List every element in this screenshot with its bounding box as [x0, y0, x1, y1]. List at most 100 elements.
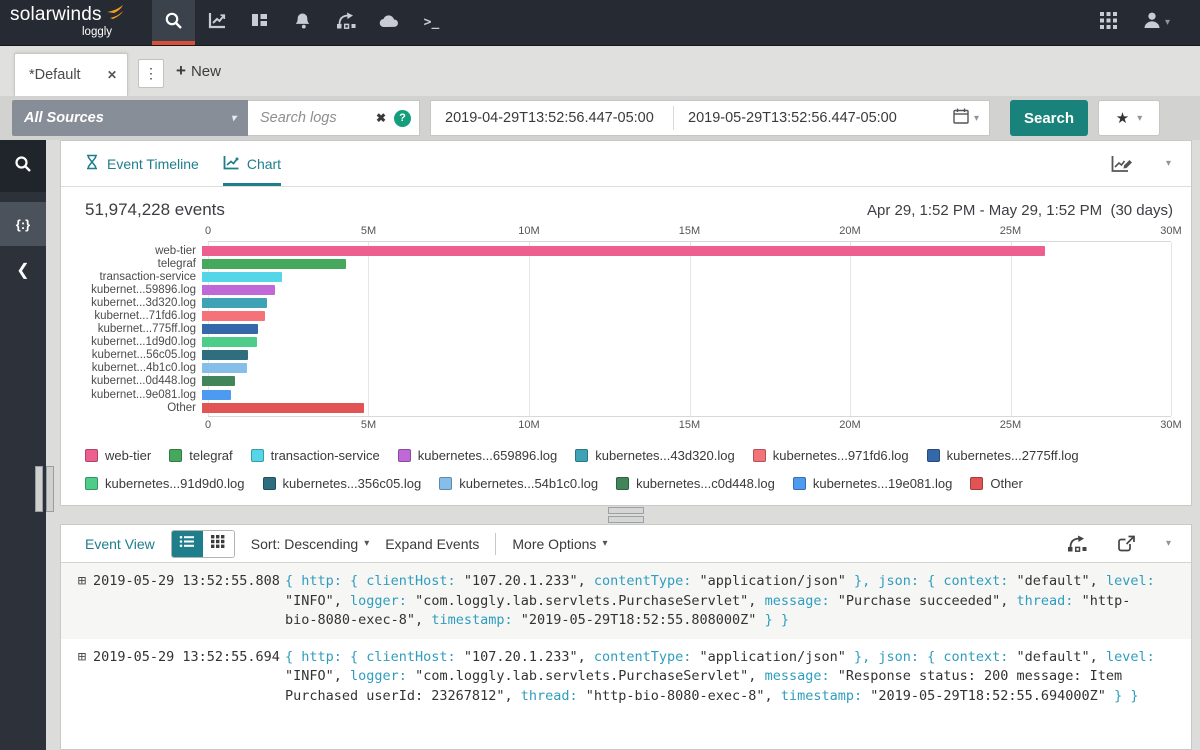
date-to-input[interactable]: [674, 110, 916, 126]
chart-row-label: kubernet...775ff.log: [85, 323, 202, 335]
legend-label: kubernetes...43d320.log: [595, 448, 735, 463]
json-key: json: { context:: [878, 649, 1016, 665]
legend-item[interactable]: kubernetes...54b1c0.log: [439, 476, 598, 491]
event-row[interactable]: ⊞2019-05-29 13:52:55.694{ http: { client…: [61, 639, 1191, 715]
json-value: "Purchase succeeded",: [838, 593, 1017, 609]
tab-options-button[interactable]: ⋮: [138, 59, 164, 88]
search-input[interactable]: [260, 110, 368, 126]
derived-fields-icon[interactable]: [1067, 535, 1087, 552]
nav-console[interactable]: >_: [410, 0, 453, 45]
bar-chart: 05M10M15M20M25M30M web-tiertelegraftrans…: [85, 225, 1171, 433]
apps-grid-icon[interactable]: [1100, 12, 1117, 34]
legend-label: kubernetes...54b1c0.log: [459, 476, 598, 491]
legend-label: telegraf: [189, 448, 232, 463]
chart-bar[interactable]: [202, 324, 258, 334]
search-button[interactable]: Search: [1010, 100, 1088, 136]
json-key: contentType:: [594, 649, 700, 665]
nav-search[interactable]: [152, 0, 195, 45]
expand-event-icon[interactable]: ⊞: [71, 648, 93, 707]
legend-item[interactable]: kubernetes...971fd6.log: [753, 448, 909, 463]
legend-item[interactable]: kubernetes...43d320.log: [575, 448, 735, 463]
chart-bar[interactable]: [202, 311, 265, 321]
chart-bar[interactable]: [202, 272, 282, 282]
legend-item[interactable]: kubernetes...c0d448.log: [616, 476, 775, 491]
chart-row: telegraf: [85, 257, 1171, 270]
legend-label: web-tier: [105, 448, 151, 463]
tab-event-timeline[interactable]: Event Timeline: [85, 141, 199, 186]
chart-bar[interactable]: [202, 285, 275, 295]
json-value: "com.loggly.lab.servlets.PurchaseServlet…: [415, 668, 765, 684]
legend-item[interactable]: web-tier: [85, 448, 151, 463]
tab-default[interactable]: *Default ✕: [14, 53, 128, 96]
legend-item[interactable]: kubernetes...659896.log: [398, 448, 558, 463]
edit-chart-icon[interactable]: [1111, 155, 1134, 173]
splitter-grip-icon[interactable]: [608, 507, 644, 523]
legend-item[interactable]: Other: [970, 476, 1023, 491]
chart-bar[interactable]: [202, 259, 346, 269]
nav-alerts[interactable]: [281, 0, 324, 45]
share-icon[interactable]: [1117, 535, 1136, 552]
vertical-splitter-grip[interactable]: [35, 466, 54, 512]
user-icon: [1143, 11, 1162, 34]
nav-archives[interactable]: [367, 0, 410, 45]
legend-item[interactable]: kubernetes...356c05.log: [263, 476, 422, 491]
chart-bar[interactable]: [202, 390, 231, 400]
horizontal-splitter[interactable]: [60, 506, 1192, 524]
sort-dropdown[interactable]: Sort: Descending ▾: [251, 536, 369, 552]
sidebar-collapse-button[interactable]: ❮: [0, 251, 46, 289]
expand-event-icon[interactable]: ⊞: [71, 572, 93, 631]
chart-row-track: [202, 259, 1171, 269]
event-row[interactable]: ⊞2019-05-29 13:52:55.808{ http: { client…: [61, 563, 1191, 639]
chart-row-track: [202, 246, 1171, 256]
legend-item[interactable]: kubernetes...2775ff.log: [927, 448, 1079, 463]
chart-bar[interactable]: [202, 403, 364, 413]
more-options-dropdown[interactable]: More Options ▾: [512, 536, 607, 552]
chart-bar[interactable]: [202, 298, 267, 308]
legend-item[interactable]: kubernetes...19e081.log: [793, 476, 953, 491]
tab-chart[interactable]: Chart: [223, 141, 281, 186]
date-from-input[interactable]: [431, 110, 673, 126]
line-chart-icon: [223, 155, 239, 173]
chart-row-track: [202, 298, 1171, 308]
chart-bar[interactable]: [202, 337, 257, 347]
nav-dashboards[interactable]: [238, 0, 281, 45]
event-view-title[interactable]: Event View: [85, 536, 155, 552]
legend-item[interactable]: transaction-service: [251, 448, 380, 463]
chevron-down-icon[interactable]: ▾: [1166, 538, 1171, 549]
loggly-app: solarwinds loggly: [0, 0, 1200, 750]
new-tab-button[interactable]: + New: [176, 46, 221, 96]
chart-row-label: web-tier: [85, 245, 202, 257]
sidebar-item-search[interactable]: [0, 140, 46, 192]
nav-charts[interactable]: [195, 0, 238, 45]
sidebar-item-json-fields[interactable]: {:}: [0, 202, 46, 246]
chart-bar[interactable]: [202, 350, 248, 360]
list-view-button[interactable]: [172, 531, 203, 557]
chart-row-track: [202, 337, 1171, 347]
calendar-dropdown[interactable]: ▾: [953, 108, 989, 129]
nav-source-setup[interactable]: [324, 0, 367, 45]
user-menu[interactable]: ▾: [1143, 11, 1170, 34]
json-key: { http: { clientHost:: [285, 649, 464, 665]
chart-row-label: telegraf: [85, 258, 202, 270]
source-group-dropdown[interactable]: All Sources ▾: [12, 100, 248, 136]
chart-bar[interactable]: [202, 363, 247, 373]
legend-item[interactable]: telegraf: [169, 448, 232, 463]
favorites-button[interactable]: ★ ▾: [1098, 100, 1160, 136]
charts-icon: [208, 12, 226, 34]
chart-row: kubernet...0d448.log: [85, 375, 1171, 388]
search-icon: [14, 155, 32, 178]
chart-row: kubernet...3d320.log: [85, 296, 1171, 309]
expand-events-label: Expand Events: [385, 536, 479, 552]
chart-row-track: [202, 324, 1171, 334]
close-icon[interactable]: ✕: [107, 68, 117, 82]
json-value: "default",: [1017, 573, 1106, 589]
grid-view-button[interactable]: [203, 531, 234, 557]
expand-events-button[interactable]: Expand Events: [385, 536, 479, 552]
chart-bar[interactable]: [202, 246, 1045, 256]
legend-item[interactable]: kubernetes...91d9d0.log: [85, 476, 245, 491]
chart-bar[interactable]: [202, 376, 235, 386]
clear-icon[interactable]: ✖: [376, 111, 386, 125]
chevron-down-icon[interactable]: ▾: [1166, 158, 1171, 169]
help-icon[interactable]: ?: [394, 110, 411, 127]
solarwinds-loggly-logo[interactable]: solarwinds loggly: [0, 0, 152, 45]
